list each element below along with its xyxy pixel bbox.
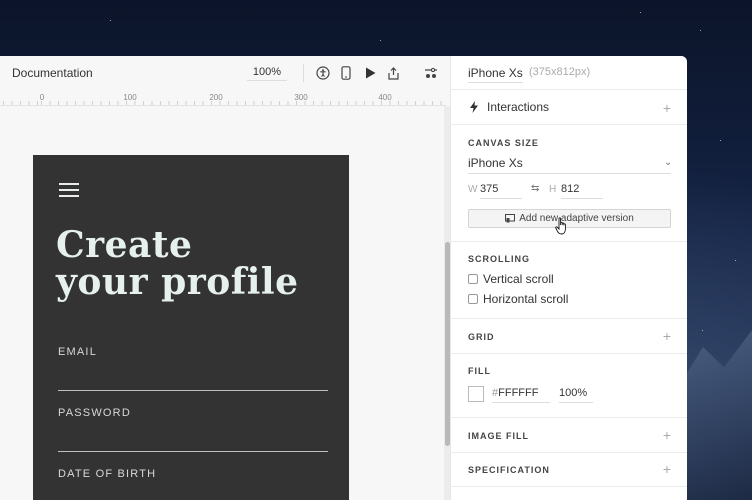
ruler-label: 400 [378,93,392,102]
share-icon[interactable] [385,65,401,81]
grid-title[interactable]: GRID [468,332,495,342]
add-interaction-plus-icon[interactable]: + [663,101,671,115]
adaptive-device-icon [505,214,516,223]
headline-line-1: Create [56,224,193,266]
fill-hex-input[interactable]: #FFFFFF [492,387,550,403]
width-label: W [468,184,478,195]
hand-pointer-cursor-icon [555,217,566,235]
fill-opacity-input[interactable]: 100% [559,387,593,403]
artboard-name-field[interactable]: iPhone Xs [468,66,523,83]
lightning-bolt-icon [470,101,478,113]
password-field-underline [58,451,328,452]
swap-dimensions-icon[interactable]: ⇆ [531,183,539,194]
section-divider [451,318,687,319]
artboard-dimensions: (375x812px) [529,66,591,78]
app-window: Documentation 100% 0 100 200 300 400 Cre… [0,56,687,500]
horizontal-ruler: 0 100 200 300 400 [0,90,446,106]
ruler-label: 100 [123,93,137,102]
property-inspector: iPhone Xs (375x812px) Interactions + CAN… [450,56,687,500]
settings-toggle-icon[interactable] [423,65,439,81]
section-divider [451,353,687,354]
scrolling-title: SCROLLING [468,254,530,264]
ruler-label: 0 [39,93,45,102]
section-divider [451,241,687,242]
width-input[interactable]: 375 [480,183,522,199]
interactions-label[interactable]: Interactions [487,100,549,114]
height-label: H [549,184,557,195]
image-fill-title[interactable]: IMAGE FILL [468,431,529,441]
vertical-scroll-checkbox[interactable] [468,274,478,284]
play-icon[interactable] [362,65,378,81]
email-field-label[interactable]: EMAIL [58,346,97,358]
fill-title: FILL [468,366,491,376]
artboard-iphone-xs[interactable]: Create your profile EMAIL PASSWORD DATE … [33,155,349,500]
artboard-headline[interactable]: Create your profile [56,227,299,301]
canvas-size-title: CANVAS SIZE [468,138,539,148]
vertical-scroll-label[interactable]: Vertical scroll [483,272,554,286]
document-title[interactable]: Documentation [12,66,93,80]
add-grid-plus-icon[interactable]: + [663,329,671,343]
date-of-birth-field-label[interactable]: DATE OF BIRTH [58,468,156,480]
height-input[interactable]: 812 [561,183,603,199]
accessibility-icon[interactable] [315,65,331,81]
mobile-device-icon[interactable] [338,65,354,81]
specification-title[interactable]: SPECIFICATION [468,465,550,475]
headline-line-2: your profile [56,261,299,303]
section-divider [451,417,687,418]
fill-color-swatch[interactable] [468,386,484,402]
hex-value: FFFFFF [498,387,539,399]
ruler-label: 200 [209,93,223,102]
section-divider [451,486,687,487]
email-field-underline [58,390,328,391]
section-divider [451,124,687,125]
toolbar: Documentation 100% [0,56,450,90]
zoom-level[interactable]: 100% [247,66,287,81]
add-adaptive-version-label: Add new adaptive version [519,213,634,224]
section-divider [451,89,687,90]
password-field-label[interactable]: PASSWORD [58,407,131,419]
hamburger-menu-icon[interactable] [59,183,79,201]
toolbar-divider [303,64,304,82]
add-adaptive-version-button[interactable]: Add new adaptive version [468,209,671,228]
horizontal-scroll-label[interactable]: Horizontal scroll [483,292,568,306]
canvas-preset-select[interactable]: iPhone Xs [468,156,671,174]
add-image-fill-plus-icon[interactable]: + [663,428,671,442]
section-divider [451,452,687,453]
chevron-down-icon[interactable]: ⌄ [664,157,672,168]
horizontal-scroll-checkbox[interactable] [468,294,478,304]
ruler-label: 300 [294,93,308,102]
add-specification-plus-icon[interactable]: + [663,462,671,476]
